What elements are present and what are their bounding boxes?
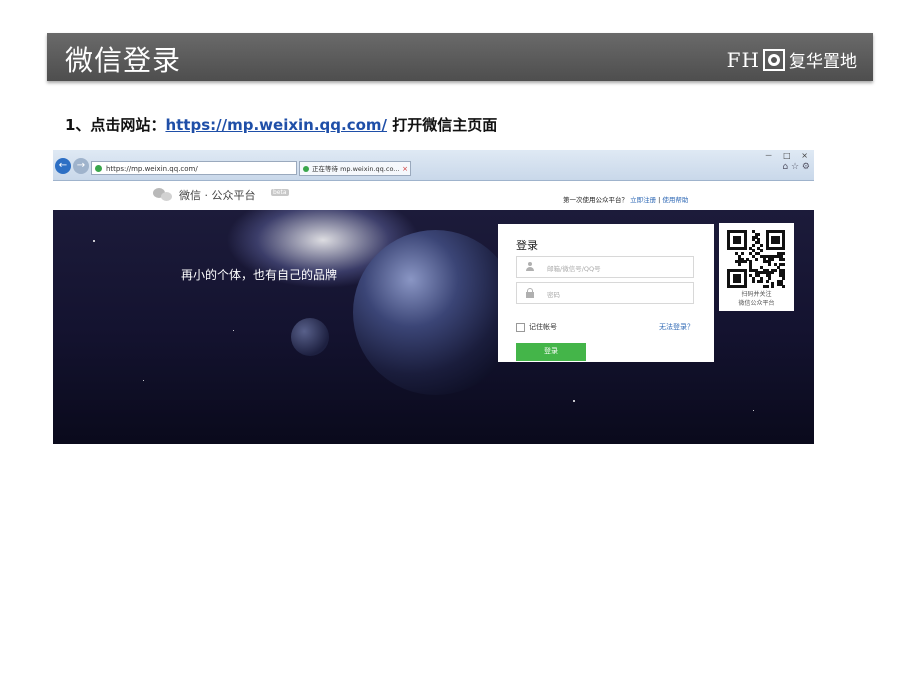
site-icon <box>95 165 102 172</box>
slide-header: 微信登录 FH 复华置地 <box>47 33 873 81</box>
tab-label: 正在等待 mp.weixin.qq.co... <box>312 165 400 173</box>
qr-module <box>782 285 786 289</box>
qr-line2: 微信公众平台 <box>738 300 775 307</box>
qr-module <box>751 243 755 247</box>
star <box>753 410 754 411</box>
address-bar[interactable]: https://mp.weixin.qq.com/ <box>91 161 297 175</box>
planet-image <box>353 230 518 395</box>
user-icon <box>525 262 535 272</box>
qr-module <box>738 263 742 267</box>
help-link[interactable]: 使用帮助 <box>662 196 688 204</box>
beta-badge: beta <box>271 189 289 196</box>
step-instruction: 1、点击网站：https://mp.weixin.qq.com/ 打开微信主页面 <box>65 114 497 135</box>
qr-line1: 扫码并关注 <box>741 291 772 298</box>
login-panel: 登录 邮箱/微信号/QQ号 密码 记住帐号 无法登录？ 登录 <box>498 224 714 362</box>
star <box>93 240 95 242</box>
username-field[interactable]: 邮箱/微信号/QQ号 <box>516 256 694 278</box>
wechat-brand: 微信 · 公众平台 <box>179 189 256 202</box>
moon-image <box>291 318 329 356</box>
step-prefix: 1、点击网站： <box>65 116 166 134</box>
qr-module <box>738 279 742 283</box>
qr-code-icon <box>727 230 786 289</box>
qr-module <box>765 285 769 289</box>
qr-module <box>771 257 775 261</box>
window-controls[interactable]: － □ × <box>765 150 812 161</box>
qr-module <box>768 263 772 267</box>
topbar-links: 第一次使用公众平台？ 立即注册 | 使用帮助 <box>563 194 688 204</box>
login-button[interactable]: 登录 <box>516 343 586 361</box>
wechat-logo-icon <box>153 188 173 202</box>
qr-module <box>765 279 769 283</box>
qr-module <box>738 241 742 245</box>
qr-module <box>782 263 786 267</box>
brand-fh-text: FH <box>726 47 760 72</box>
space-banner: 再小的个体，也有自己的品牌 登录 邮箱/微信号/QQ号 密码 记住帐号 无法登录… <box>53 210 814 444</box>
qr-module <box>776 241 780 245</box>
tab-favicon-icon <box>303 166 309 172</box>
browser-tab[interactable]: 正在等待 mp.weixin.qq.co... × <box>299 161 411 176</box>
qr-module <box>782 276 786 280</box>
qr-module <box>743 246 747 250</box>
brand-logo-icon <box>763 48 785 71</box>
tab-close-icon[interactable]: × <box>402 162 408 175</box>
forgot-link[interactable]: 无法登录？ <box>659 322 694 332</box>
register-link[interactable]: 立即注册 <box>630 196 656 204</box>
username-placeholder: 邮箱/微信号/QQ号 <box>547 265 601 273</box>
wechat-topbar: 微信 · 公众平台 beta 第一次使用公众平台？ 立即注册 | 使用帮助 <box>53 181 814 210</box>
qr-module <box>782 246 786 250</box>
login-title: 登录 <box>516 239 538 252</box>
qr-module <box>771 271 775 275</box>
password-field[interactable]: 密码 <box>516 282 694 304</box>
step-link[interactable]: https://mp.weixin.qq.com/ <box>165 116 387 134</box>
qr-module <box>782 257 786 261</box>
remember-account[interactable]: 记住帐号 <box>516 322 557 332</box>
qr-module <box>751 279 755 283</box>
star <box>573 400 575 402</box>
slogan: 再小的个体，也有自己的品牌 <box>181 268 338 282</box>
qr-module <box>760 243 764 247</box>
qr-module <box>771 285 775 289</box>
qr-module <box>754 257 758 261</box>
qr-module <box>743 260 747 264</box>
password-placeholder: 密码 <box>547 291 560 299</box>
browser-chrome: ← → https://mp.weixin.qq.com/ 正在等待 mp.we… <box>53 150 814 181</box>
star <box>233 330 234 331</box>
forward-button[interactable]: → <box>73 158 89 174</box>
brand: FH 复华置地 <box>726 47 857 73</box>
lock-icon <box>525 288 535 298</box>
qr-caption: 扫码并关注 微信公众平台 <box>719 290 794 308</box>
qr-module <box>760 249 764 253</box>
qr-module <box>760 279 764 283</box>
qr-module <box>740 252 744 256</box>
browser-toolbar-icons[interactable]: ⌂ ☆ ⚙ <box>782 162 810 172</box>
qr-module <box>782 252 786 256</box>
step-suffix: 打开微信主页面 <box>387 116 498 134</box>
qr-module <box>743 285 747 289</box>
qr-panel: 扫码并关注 微信公众平台 <box>719 223 794 311</box>
star <box>143 380 144 381</box>
brand-name: 复华置地 <box>789 52 857 72</box>
back-button[interactable]: ← <box>55 158 71 174</box>
remember-label: 记住帐号 <box>529 323 557 331</box>
slide-title: 微信登录 <box>65 44 182 77</box>
address-text: https://mp.weixin.qq.com/ <box>106 165 198 173</box>
first-time-text: 第一次使用公众平台？ <box>563 196 628 204</box>
qr-module <box>757 232 761 236</box>
browser-screenshot: ← → https://mp.weixin.qq.com/ 正在等待 mp.we… <box>53 150 814 444</box>
remember-checkbox[interactable] <box>516 322 525 332</box>
qr-module <box>773 268 777 272</box>
qr-module <box>768 276 772 280</box>
